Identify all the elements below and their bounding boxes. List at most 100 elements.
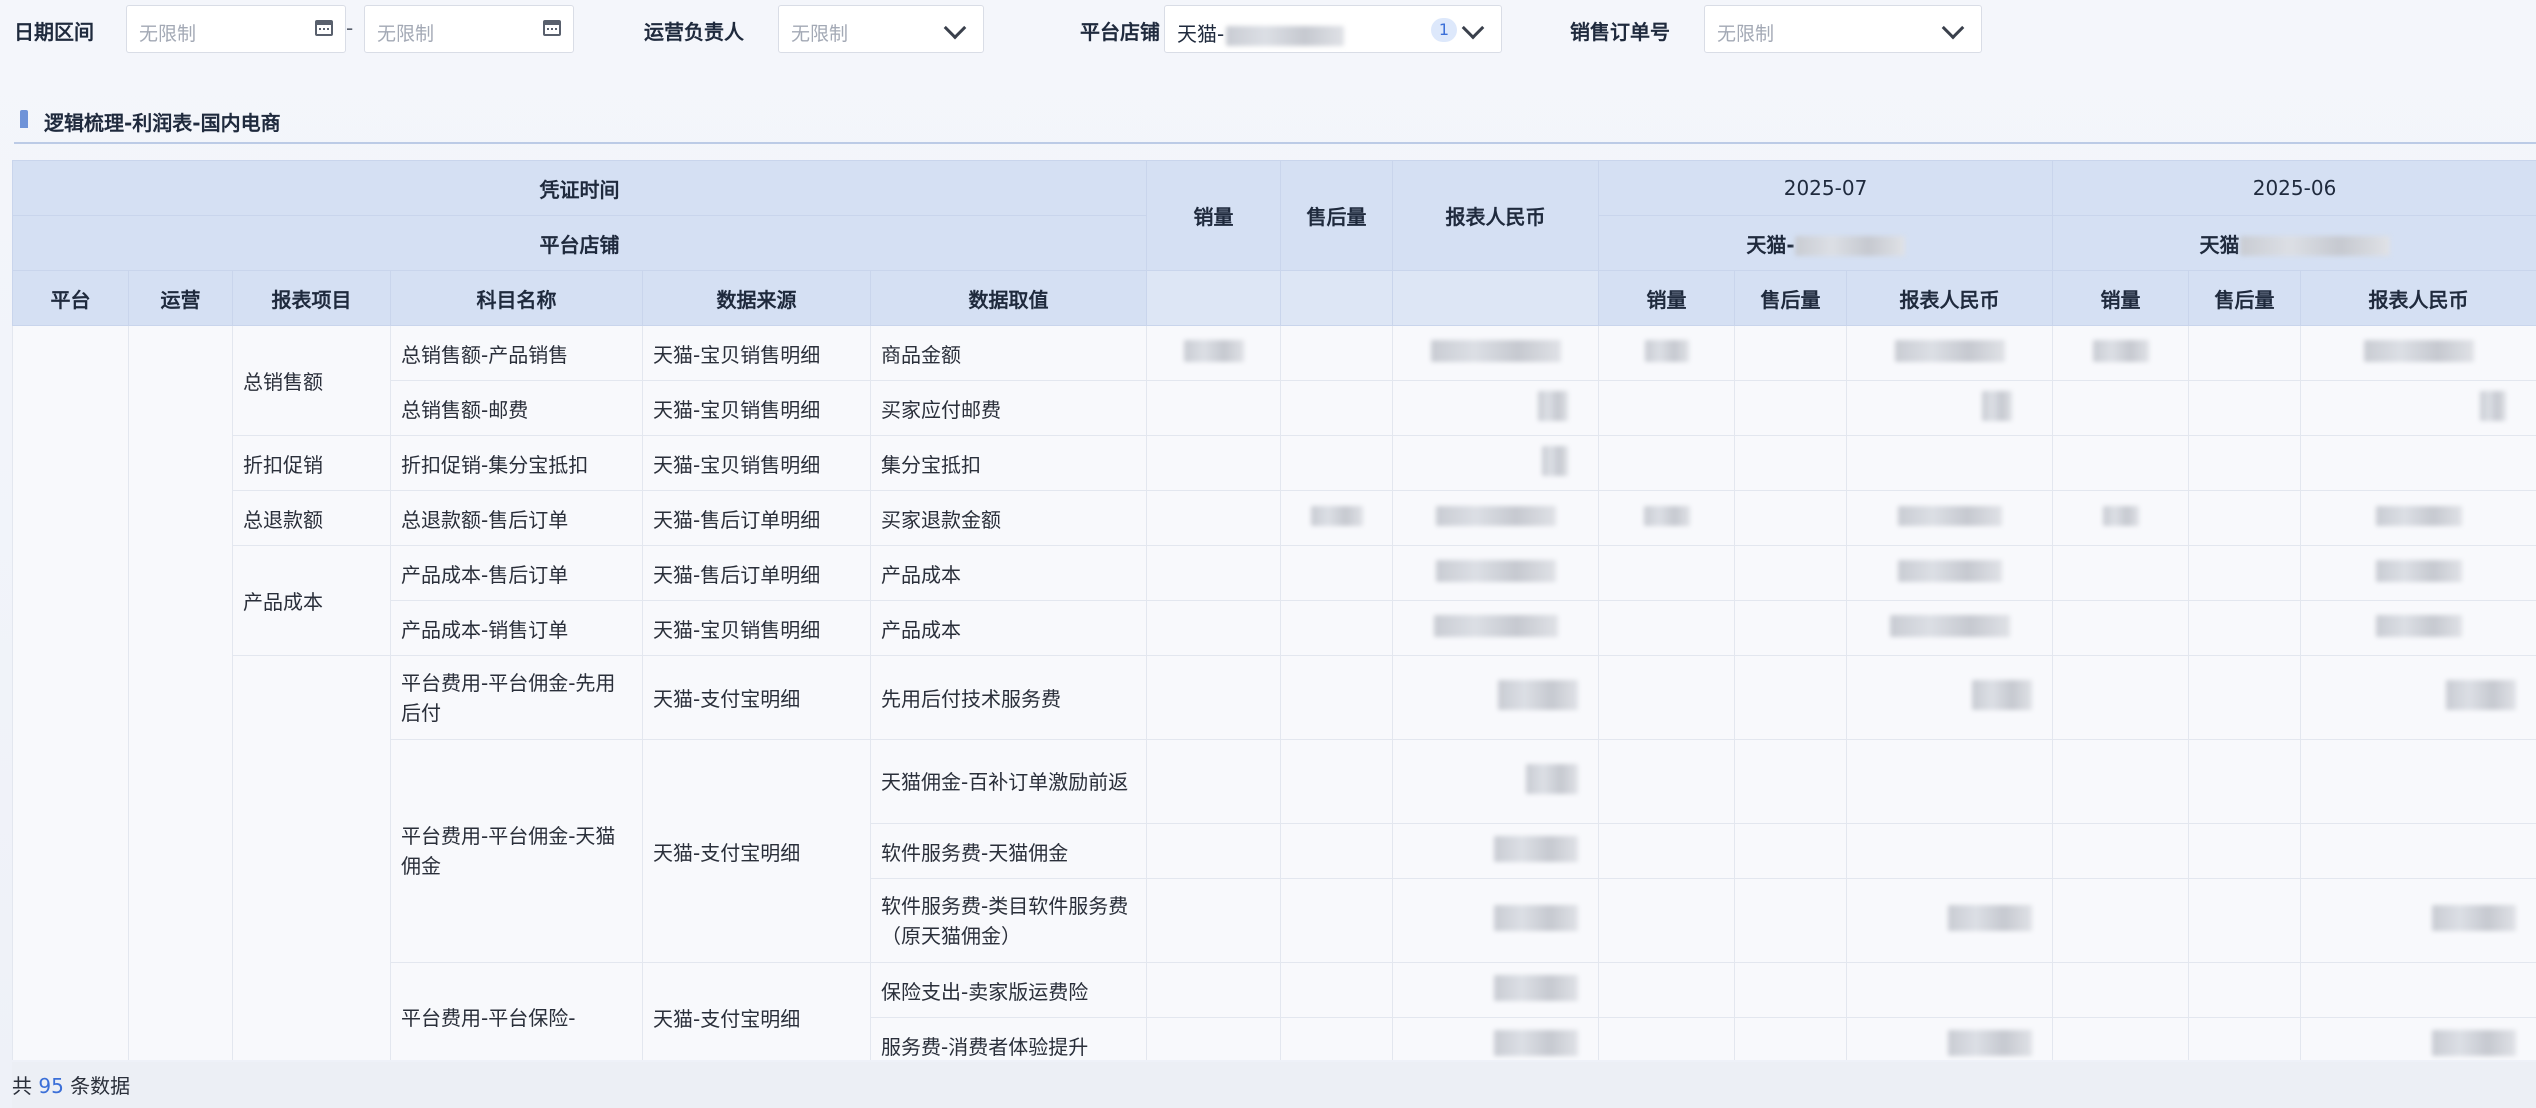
cell-value: 先用后付技术服务费	[869, 655, 1148, 740]
cell-sales-qty	[1598, 545, 1736, 601]
cell-report-rmb	[2300, 325, 2536, 381]
header-report-rmb-2025-06[interactable]: 报表人民币	[2300, 270, 2536, 326]
cell-report-rmb	[1846, 739, 2054, 824]
cell-source: 天猫-支付宝明细	[642, 655, 871, 740]
table-row[interactable]: 总销售额-邮费 天猫-宝贝销售明细 买家应付邮费	[13, 380, 2536, 436]
cell-value: 商品金额	[869, 325, 1148, 381]
cell-report-rmb	[1846, 325, 2054, 381]
cell-report-rmb	[1846, 490, 2054, 546]
store-select[interactable]: 天猫- 1	[1164, 5, 1502, 53]
cell-report-rmb	[1392, 655, 1600, 740]
chevron-down-icon[interactable]	[1461, 16, 1485, 40]
cell-sales-qty	[1146, 655, 1282, 740]
date-end-input[interactable]: 无限制	[364, 5, 574, 53]
cell-sales-qty	[1146, 962, 1282, 1018]
operator-select[interactable]: 无限制	[778, 5, 984, 53]
cell-after-sales-qty	[2188, 325, 2302, 381]
cell-after-sales-qty	[1734, 739, 1848, 824]
cell-sales-qty	[2052, 878, 2190, 963]
table-row[interactable]: 平台费用-平台保险- 天猫-支付宝明细 保险支出-卖家版运费险	[13, 962, 2536, 1060]
cell-sales-qty	[2052, 739, 2190, 824]
cell-sales-qty	[1146, 490, 1282, 546]
cell-report-item: 产品成本	[232, 545, 391, 656]
cell-after-sales-qty	[2188, 545, 2302, 601]
cell-value: 买家应付邮费	[869, 380, 1148, 436]
cell-after-sales-qty	[1280, 823, 1394, 879]
cell-after-sales-qty	[1734, 490, 1848, 546]
table-row[interactable]: 产品成本 产品成本-售后订单 天猫-售后订单明细 产品成本	[13, 545, 2536, 656]
cell-report-rmb	[1846, 600, 2054, 656]
cell-after-sales-qty	[1734, 1017, 1848, 1060]
header-platform[interactable]: 平台	[12, 270, 129, 326]
cell-sales-qty	[1598, 490, 1736, 546]
header-sales-qty-2025-06[interactable]: 销量	[2052, 270, 2190, 326]
order-no-select[interactable]: 无限制	[1704, 5, 1982, 53]
table-row[interactable]: 总退款额 总退款额-售后订单 天猫-售后订单明细 买家退款金额	[13, 490, 2536, 546]
cell-value: 买家退款金额	[869, 490, 1148, 546]
cell-after-sales-qty	[1734, 600, 1848, 656]
header-report-rmb-2025-07[interactable]: 报表人民币	[1846, 270, 2054, 326]
cell-source: 天猫-宝贝销售明细	[642, 380, 871, 436]
section-header: 逻辑梳理-利润表-国内电商	[14, 104, 2536, 144]
cell-source: 天猫-宝贝销售明细	[642, 600, 871, 656]
cell-report-rmb	[1392, 1017, 1600, 1060]
header-subject[interactable]: 科目名称	[390, 270, 643, 326]
chevron-down-icon[interactable]	[1941, 16, 1965, 40]
header-sales-qty-2025-07[interactable]: 销量	[1598, 270, 1736, 326]
cell-sales-qty	[1598, 823, 1736, 879]
cell-sales-qty	[2052, 435, 2190, 491]
cell-report-rmb	[2300, 435, 2536, 491]
cell-value: 服务费-消费者体验提升	[869, 1017, 1148, 1060]
cell-after-sales-qty	[1280, 739, 1394, 824]
cell-sales-qty	[1598, 1017, 1736, 1060]
cell-sales-qty	[1146, 823, 1282, 879]
cell-sales-qty	[2052, 823, 2190, 879]
cell-source: 天猫-售后订单明细	[642, 545, 871, 601]
cell-report-rmb	[2300, 1017, 2536, 1060]
cell-report-rmb	[1846, 962, 2054, 1018]
cell-report-rmb	[1392, 962, 1600, 1018]
table-row[interactable]: 平台费用-平台佣金-先用后付 天猫-支付宝明细 先用后付技术服务费	[13, 655, 2536, 1060]
cell-value: 天猫佣金-百补订单激励前返	[869, 739, 1148, 824]
calendar-icon[interactable]	[315, 20, 333, 36]
date-range-separator: -	[346, 16, 354, 40]
cell-report-rmb	[2300, 823, 2536, 879]
cell-after-sales-qty	[1280, 655, 1394, 740]
cell-source: 天猫-支付宝明细	[642, 739, 871, 963]
store-selected-value: 天猫-	[1177, 18, 1345, 47]
cell-report-rmb	[1392, 325, 1600, 381]
header-source[interactable]: 数据来源	[642, 270, 871, 326]
chevron-down-icon[interactable]	[943, 16, 967, 40]
cell-report-rmb	[2300, 962, 2536, 1018]
cell-after-sales-qty	[1280, 435, 1394, 491]
table-row[interactable]: 折扣促销 折扣促销-集分宝抵扣 天猫-宝贝销售明细 集分宝抵扣	[13, 435, 2536, 491]
header-report-item[interactable]: 报表项目	[232, 270, 391, 326]
header-empty	[1392, 270, 1600, 326]
cell-source: 天猫-宝贝销售明细	[642, 435, 871, 491]
header-value[interactable]: 数据取值	[869, 270, 1148, 326]
cell-subject: 总销售额-邮费	[390, 380, 643, 436]
table-row[interactable]: 总销售额 总销售额-产品销售 天猫-宝贝销售明细 商品金额	[12, 325, 2536, 1060]
cell-sales-qty	[2052, 545, 2190, 601]
cell-report-rmb	[1392, 739, 1600, 824]
header-store-2: 天猫	[2052, 215, 2536, 271]
cell-after-sales-qty	[2188, 823, 2302, 879]
cell-sales-qty	[1598, 600, 1736, 656]
cell-sales-qty	[1598, 878, 1736, 963]
cell-sales-qty	[1598, 380, 1736, 436]
section-title: 逻辑梳理-利润表-国内电商	[44, 111, 281, 135]
cell-sales-qty	[2052, 655, 2190, 740]
profit-table[interactable]: 凭证时间 销量 售后量 报表人民币 2025-07 2025-06 平台店铺 天…	[12, 160, 2536, 1060]
header-after-sales-qty-2025-07[interactable]: 售后量	[1734, 270, 1848, 326]
date-start-input[interactable]: 无限制	[126, 5, 346, 53]
table-row[interactable]: 平台费用-平台佣金-天猫佣金 天猫-支付宝明细 天猫佣金-百补订单激励前返	[13, 739, 2536, 963]
cell-after-sales-qty	[1280, 380, 1394, 436]
cell-report-rmb	[1392, 435, 1600, 491]
calendar-icon[interactable]	[543, 20, 561, 36]
header-after-sales-qty-2025-06[interactable]: 售后量	[2188, 270, 2302, 326]
order-no-label: 销售订单号	[1570, 20, 1670, 44]
header-operation[interactable]: 运营	[128, 270, 233, 326]
filter-bar: 日期区间 无限制 - 无限制 运营负责人 无限制 平台店铺 天猫- 1 销售订单…	[0, 0, 2536, 62]
table-row[interactable]: 产品成本-销售订单 天猫-宝贝销售明细 产品成本	[13, 600, 2536, 656]
cell-after-sales-qty	[1734, 655, 1848, 740]
